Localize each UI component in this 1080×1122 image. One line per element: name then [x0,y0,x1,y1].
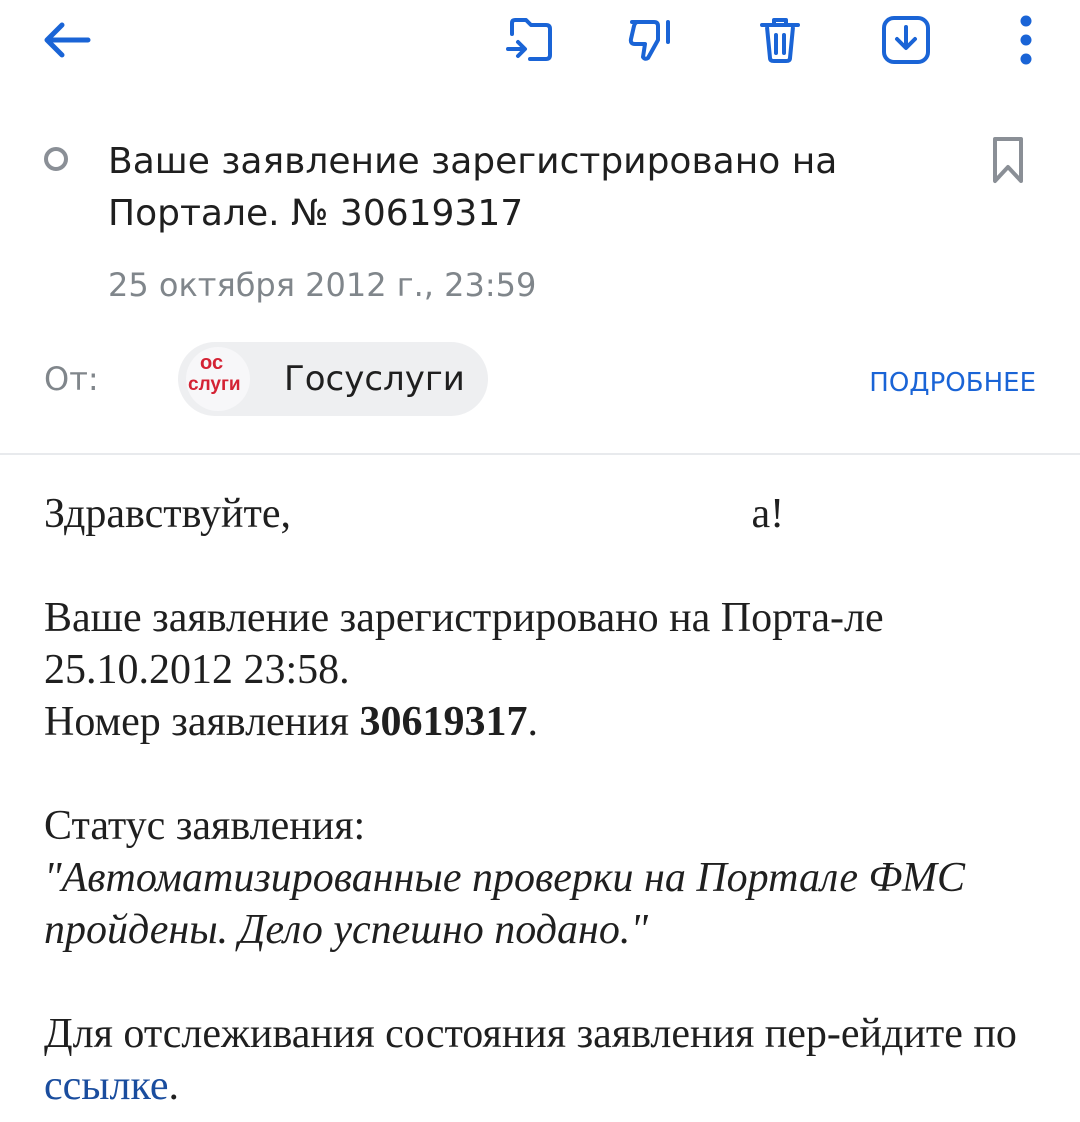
delete-button[interactable] [744,4,816,76]
more-vert-icon [1018,14,1034,66]
redacted-name [301,497,751,527]
bookmark-icon [991,135,1025,189]
tracking-link[interactable]: ссылке [44,1063,168,1109]
download-icon [880,14,932,66]
more-options-button[interactable] [990,4,1062,76]
back-arrow-icon [40,20,92,60]
tracking-paragraph: Для отслеживания состояния заявления пер… [44,1008,1044,1112]
gosuslugi-logo-line2: слуги [188,374,241,395]
registered-text: Ваше заявление зарегистрировано на Порта… [44,595,884,693]
spam-button[interactable] [616,4,688,76]
greeting-paragraph: Здравствуйте, а! [44,488,1044,540]
spam-icon [624,16,680,64]
trash-icon [756,15,804,65]
greeting-start: Здравствуйте, [44,491,291,537]
greeting-end: а! [751,491,785,537]
registration-paragraph: Ваше заявление зарегистрировано на Порта… [44,592,1044,748]
sender-name: Госуслуги [284,359,465,399]
sender-avatar: ос слуги [186,347,250,411]
status-paragraph: Статус заявления: "Автоматизированные пр… [44,800,1044,956]
number-label: Номер заявления [44,699,349,745]
bookmark-button[interactable] [984,132,1032,192]
from-label: От: [44,360,99,398]
move-to-folder-button[interactable] [494,4,566,76]
details-link[interactable]: ПОДРОБНЕЕ [869,368,1036,398]
email-subject: Ваше заявление зарегистрировано на Порта… [108,141,838,234]
status-value: "Автоматизированные проверки на Портале … [44,855,965,953]
number-end: . [527,699,538,745]
email-date: 25 октября 2012 г., 23:59 [108,266,537,304]
email-body: Здравствуйте, а! Ваше заявление зарегист… [44,488,1044,1112]
unread-status-icon[interactable] [44,147,68,171]
save-to-disk-button[interactable] [870,4,942,76]
gosuslugi-logo-line1: ос [200,352,224,374]
top-toolbar [0,0,1080,84]
back-button[interactable] [30,4,102,76]
status-label: Статус заявления: [44,803,366,849]
application-number: 30619317 [359,699,528,745]
sender-chip[interactable]: ос слуги Госуслуги [178,342,488,416]
header-divider [0,453,1080,455]
tracking-text: Для отслеживания состояния заявления пер… [44,1011,1017,1057]
tracking-end: . [168,1063,179,1109]
move-to-folder-icon [504,17,556,63]
